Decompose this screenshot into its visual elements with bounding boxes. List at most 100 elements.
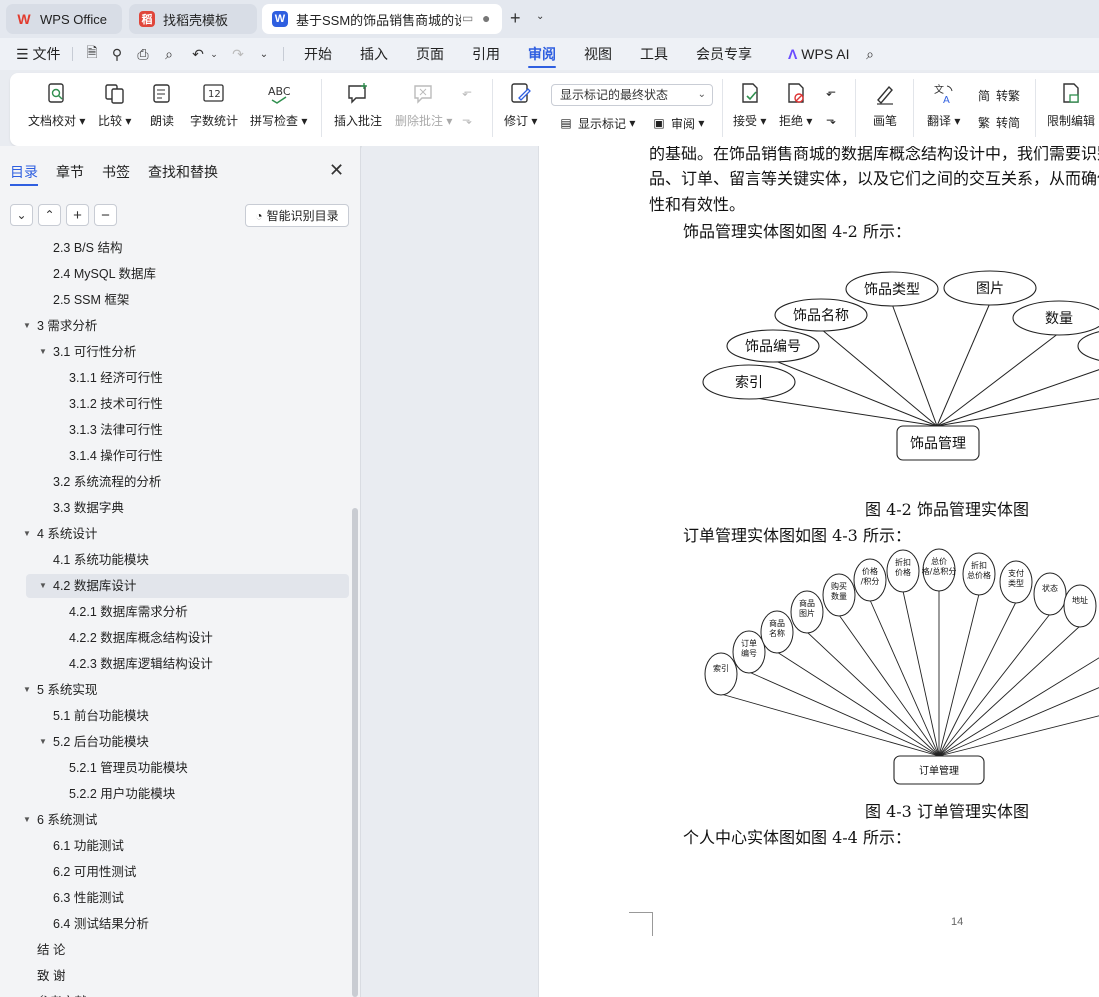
toc-item[interactable]: 4.2 数据库设计	[26, 574, 349, 598]
toc-item[interactable]: 6.1 功能测试	[53, 834, 124, 858]
next-change-icon[interactable]: ⬎	[826, 113, 836, 127]
toc-item[interactable]: 4.2.1 数据库需求分析	[69, 600, 188, 624]
save-icon[interactable]: 🗎	[82, 44, 102, 64]
tab-chapters[interactable]: 章节	[56, 162, 84, 182]
search-icon[interactable]: ⌕	[860, 44, 880, 64]
more-chevron-icon[interactable]: ⌄	[254, 44, 274, 64]
chevron-down-icon[interactable]: ⌄	[204, 44, 224, 64]
read-aloud-button[interactable]: 朗读	[149, 81, 175, 129]
unsaved-dot-icon[interactable]: ●	[482, 10, 490, 26]
toc-item[interactable]: 致 谢	[37, 964, 65, 988]
toc-item[interactable]: 3.1.2 技术可行性	[69, 392, 163, 416]
smart-toc-button[interactable]: ◔ 智能识别目录	[245, 204, 349, 227]
expand-arrow-icon[interactable]: ▼	[23, 321, 31, 330]
prev-comment-icon[interactable]: ⬐	[462, 85, 472, 99]
toc-item[interactable]: 6.2 可用性测试	[53, 860, 136, 884]
expand-arrow-icon[interactable]: ▼	[23, 529, 31, 538]
toc-scrollbar[interactable]	[352, 508, 358, 997]
tab-bookmarks[interactable]: 书签	[102, 162, 130, 182]
redo-icon[interactable]: ↷	[228, 44, 248, 64]
print-icon[interactable]: ⎙	[133, 44, 153, 64]
collapse-down-button[interactable]: ⌄	[10, 204, 33, 226]
chevron-down-icon[interactable]: ⌄	[536, 11, 544, 22]
expand-arrow-icon[interactable]: ▼	[23, 815, 31, 824]
pen-button[interactable]: 画笔	[872, 81, 898, 129]
prev-change-icon[interactable]: ⬐	[826, 85, 836, 99]
to-simplified-button[interactable]: 繁 转简	[975, 113, 1020, 131]
remove-heading-button[interactable]: −	[94, 204, 117, 226]
expand-arrow-icon[interactable]: ▼	[39, 737, 47, 746]
screen-icon[interactable]: ▭	[462, 11, 473, 25]
add-heading-button[interactable]: +	[66, 204, 89, 226]
menu-start[interactable]: 开始	[304, 38, 332, 70]
wps-ai-button[interactable]: Ʌ WPS AI	[788, 38, 849, 70]
toc-item[interactable]: 4 系统设计	[37, 522, 97, 546]
share-icon[interactable]: ⚲	[107, 44, 127, 64]
to-traditional-button[interactable]: 简 转繁	[975, 86, 1020, 104]
toc-item[interactable]: 3.1.4 操作可行性	[69, 444, 163, 468]
toc-item[interactable]: 2.4 MySQL 数据库	[53, 262, 156, 286]
menu-member[interactable]: 会员专享	[696, 38, 752, 70]
next-comment-icon[interactable]: ⬎	[462, 113, 472, 127]
toc-item[interactable]: 6.4 测试结果分析	[53, 912, 149, 936]
toc-item[interactable]: 4.2.3 数据库逻辑结构设计	[69, 652, 213, 676]
menu-reference[interactable]: 引用	[472, 38, 500, 70]
close-icon[interactable]: ✕	[329, 160, 344, 181]
toc-item[interactable]: 3.3 数据字典	[53, 496, 124, 520]
new-tab-button[interactable]: +	[510, 8, 521, 29]
markup-mode-select[interactable]: 显示标记的最终状态 ⌄	[551, 84, 713, 106]
restrict-edit-button[interactable]: 限制编辑	[1047, 81, 1095, 129]
toc-item[interactable]: 参考文献	[37, 990, 87, 997]
insert-comment-button[interactable]: 插入批注	[334, 81, 382, 129]
tab-find-replace[interactable]: 查找和替换	[148, 162, 218, 182]
show-markup-button[interactable]: ▤ 显示标记 ▾	[557, 114, 635, 132]
spell-check-button[interactable]: ABC 拼写检查 ▾	[250, 81, 307, 129]
accept-button[interactable]: 接受 ▾	[733, 81, 766, 129]
tab-document[interactable]: W 基于SSM的饰品销售商城的设计 ▭ ●	[262, 4, 502, 34]
translate-button[interactable]: 文A 翻译 ▾	[927, 81, 960, 129]
tab-toc[interactable]: 目录	[10, 162, 38, 186]
toc-item[interactable]: 6.3 性能测试	[53, 886, 124, 910]
delete-comment-button[interactable]: 删除批注 ▾	[395, 81, 452, 129]
compare-button[interactable]: 比较 ▾	[98, 81, 131, 129]
file-menu[interactable]: ☰ 文件	[16, 38, 60, 70]
divider	[913, 79, 914, 137]
word-count-button[interactable]: 12 字数统计	[190, 81, 238, 129]
menu-page[interactable]: 页面	[416, 38, 444, 70]
expand-arrow-icon[interactable]: ▼	[23, 685, 31, 694]
toc-item[interactable]: 3 需求分析	[37, 314, 97, 338]
toc-item[interactable]: 5.2.1 管理员功能模块	[69, 756, 188, 780]
toc-item[interactable]: 5.2 后台功能模块	[53, 730, 149, 754]
toc-item[interactable]: 6 系统测试	[37, 808, 97, 832]
reject-button[interactable]: 拒绝 ▾	[779, 81, 812, 129]
menu-review[interactable]: 审阅	[528, 38, 556, 70]
toc-item[interactable]: 2.5 SSM 框架	[53, 288, 129, 312]
toc-item[interactable]: 3.2 系统流程的分析	[53, 470, 161, 494]
menu-view[interactable]: 视图	[584, 38, 612, 70]
tab-label: 基于SSM的饰品销售商城的设计	[296, 12, 461, 28]
print-preview-icon[interactable]: ⌕	[159, 44, 179, 64]
doc-check-button[interactable]: 文档校对 ▾	[28, 81, 85, 129]
collapse-up-button[interactable]: ⌃	[38, 204, 61, 226]
review-pane-button[interactable]: ▣ 审阅 ▾	[650, 114, 704, 132]
toc-item[interactable]: 3.1.1 经济可行性	[69, 366, 163, 390]
toc-item[interactable]: 结 论	[37, 938, 65, 962]
word-count-label: 字数统计	[190, 114, 239, 128]
toc-item[interactable]: 2.3 B/S 结构	[53, 238, 122, 260]
toc-item[interactable]: 4.2.2 数据库概念结构设计	[69, 626, 213, 650]
expand-arrow-icon[interactable]: ▼	[39, 581, 47, 590]
toc-item[interactable]: 3.1 可行性分析	[53, 340, 136, 364]
attribute-label: 编号	[741, 648, 757, 658]
toc-item[interactable]: 4.1 系统功能模块	[53, 548, 149, 572]
tab-template[interactable]: 稻 找稻壳模板	[129, 4, 257, 34]
tab-wps-office[interactable]: W WPS Office	[6, 4, 122, 34]
menu-tools[interactable]: 工具	[640, 38, 668, 70]
expand-arrow-icon[interactable]: ▼	[39, 347, 47, 356]
toc-item[interactable]: 5.1 前台功能模块	[53, 704, 149, 728]
toc-item[interactable]: 5 系统实现	[37, 678, 97, 702]
toc-item[interactable]: 3.1.3 法律可行性	[69, 418, 163, 442]
docer-logo-icon: 稻	[139, 11, 155, 27]
toc-item[interactable]: 5.2.2 用户功能模块	[69, 782, 175, 806]
menu-insert[interactable]: 插入	[360, 38, 388, 70]
revise-button[interactable]: 修订 ▾	[504, 81, 537, 129]
